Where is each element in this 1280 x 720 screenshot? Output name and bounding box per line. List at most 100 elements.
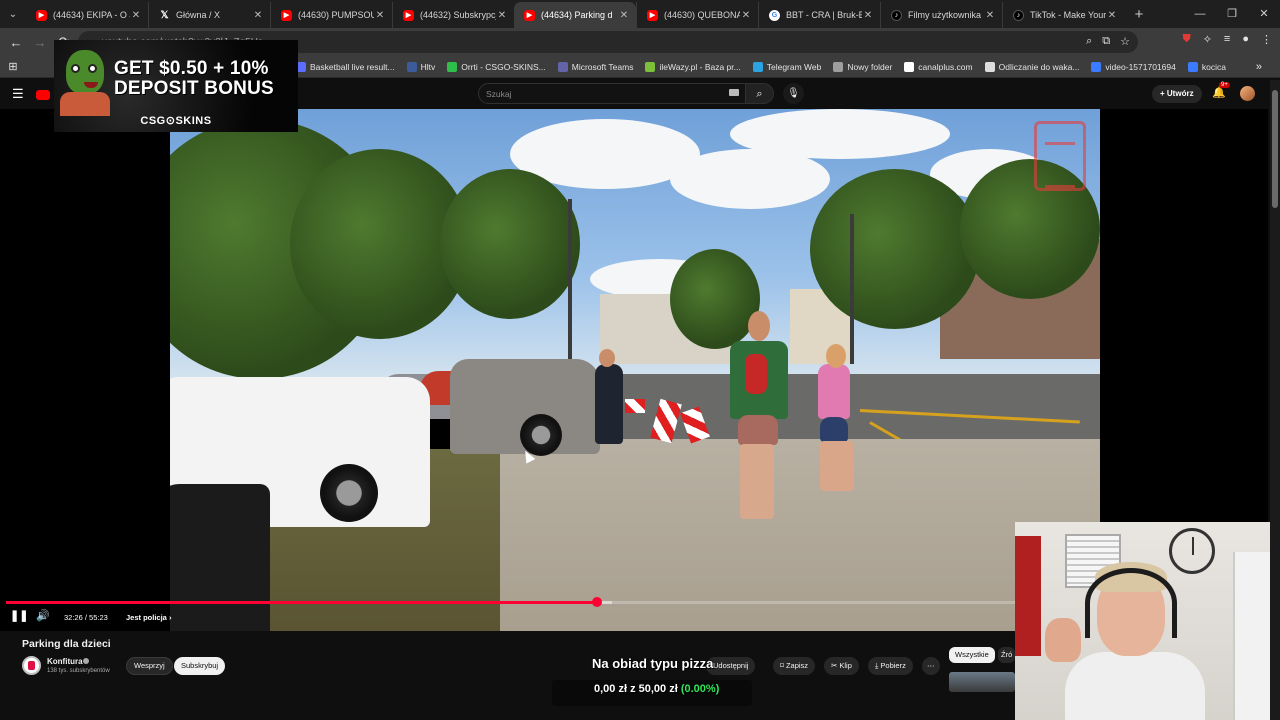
- bookmark-label: ileWazy.pl - Baza pr...: [659, 61, 741, 72]
- close-tab-icon[interactable]: ✕: [496, 10, 508, 21]
- progress-bar[interactable]: [6, 597, 1016, 607]
- bookmark-favicon-icon: [406, 61, 417, 72]
- join-button[interactable]: Wesprzyj: [126, 657, 173, 675]
- chip-source[interactable]: Źró: [998, 647, 1015, 663]
- ad-brand-logo: CSG⊙SKINS: [140, 115, 212, 127]
- bookmark-favicon-icon: [645, 61, 656, 72]
- tiktok-icon: ♪: [891, 9, 902, 21]
- close-window-icon[interactable]: ✕: [1248, 4, 1280, 24]
- subscribe-button[interactable]: Subskrybuj: [174, 657, 226, 675]
- clip-button[interactable]: ✂ Klip: [824, 657, 859, 675]
- bookmark-item[interactable]: Odliczanie do waka...: [984, 61, 1079, 72]
- search-icon[interactable]: ⌕: [746, 83, 774, 104]
- browser-tab[interactable]: ▶ (44630) QUEBONAFI✕: [636, 2, 758, 28]
- create-button[interactable]: + Utwórz: [1152, 85, 1202, 103]
- browser-tab[interactable]: ▶ (44634) EKIPA - O JA✕: [26, 2, 148, 28]
- close-tab-icon[interactable]: ✕: [1106, 10, 1118, 21]
- chapter-label: Jest policja: [126, 613, 167, 622]
- close-tab-icon[interactable]: ✕: [862, 10, 874, 21]
- youtube-logo[interactable]: [36, 90, 50, 100]
- x-icon: 𝕏: [160, 9, 169, 21]
- channel-avatar[interactable]: [22, 656, 41, 675]
- google-icon: G: [769, 9, 780, 21]
- recommended-thumbnail[interactable]: [949, 672, 1015, 692]
- bookmark-item[interactable]: canalplus.com: [904, 61, 973, 72]
- new-tab-button[interactable]: +: [1128, 6, 1150, 23]
- browser-tab[interactable]: 𝕏 Główna / X ✕: [148, 2, 270, 28]
- wall-clock: [1169, 528, 1215, 574]
- browser-tab[interactable]: ♪ TikTok - Make Your D✕: [1002, 2, 1124, 28]
- donation-amount-text: 0,00 zł z 50,00 zł: [594, 683, 678, 695]
- browser-tab[interactable]: ▶ (44634) Parking d ✕: [514, 2, 636, 28]
- browser-tab[interactable]: ▶ (44630) PUMPSOUND✕: [270, 2, 392, 28]
- install-icon[interactable]: ⧉: [1102, 35, 1110, 48]
- close-tab-icon[interactable]: ✕: [252, 10, 264, 21]
- share-button[interactable]: Udostępnij: [706, 657, 756, 675]
- tab-title: (44630) QUEBONAFI: [664, 10, 740, 20]
- donation-percent: (0.00%): [680, 683, 720, 695]
- browser-tab[interactable]: G BBT - CRA | Bruk-Bet✕: [758, 2, 880, 28]
- browser-menu-icon[interactable]: ⋮: [1261, 33, 1272, 46]
- volume-icon[interactable]: 🔊: [36, 609, 50, 622]
- download-button[interactable]: ⤓ Pobierz: [868, 657, 913, 675]
- media-control-icon[interactable]: ≡: [1224, 33, 1230, 46]
- bookmark-item[interactable]: Orrti - CSGO-SKINS...: [447, 61, 546, 72]
- close-tab-icon[interactable]: ✕: [984, 10, 996, 21]
- youtube-icon: ▶: [403, 9, 414, 21]
- save-button[interactable]: ⌑ Zapisz: [773, 657, 816, 675]
- bookmark-label: Hltv: [420, 61, 436, 72]
- more-actions-icon[interactable]: ⋯: [922, 657, 940, 675]
- tab-title: TikTok - Make Your D: [1030, 10, 1106, 20]
- keyboard-icon[interactable]: [729, 89, 739, 96]
- channel-watermark[interactable]: [1034, 121, 1086, 191]
- bookmark-item[interactable]: Nowy folder: [833, 61, 892, 72]
- bookmark-item[interactable]: kocica: [1187, 61, 1226, 72]
- back-icon[interactable]: ←: [4, 35, 28, 50]
- apps-grid-icon[interactable]: ⊞: [0, 60, 26, 73]
- bookmark-favicon-icon: [904, 61, 915, 72]
- scrollbar-thumb[interactable]: [1272, 90, 1278, 208]
- account-avatar[interactable]: [1240, 86, 1255, 101]
- channel-name[interactable]: Konfitura: [47, 657, 83, 666]
- bookmark-favicon-icon: [447, 61, 458, 72]
- close-tab-icon[interactable]: ✕: [618, 10, 630, 21]
- download-icon: ⤓: [875, 661, 879, 670]
- youtube-icon: ▶: [281, 9, 292, 21]
- microphone-icon[interactable]: 🎙: [783, 83, 804, 104]
- chip-all[interactable]: Wszystkie: [949, 647, 995, 663]
- search-input[interactable]: Szukaj: [478, 83, 746, 104]
- scissors-icon: ✂: [831, 661, 838, 670]
- page-scrollbar[interactable]: [1270, 80, 1280, 720]
- extension-shield-icon[interactable]: ⛊: [1182, 33, 1190, 46]
- bookmark-item[interactable]: Microsoft Teams: [557, 61, 633, 72]
- bookmark-item[interactable]: Telegram Web: [752, 61, 821, 72]
- tab-title: Główna / X: [176, 10, 221, 20]
- zoom-icon[interactable]: ⌕: [1086, 35, 1092, 48]
- chapter-button[interactable]: Jest policja ›: [126, 613, 171, 622]
- minimize-icon[interactable]: —: [1184, 4, 1216, 24]
- tab-search-icon[interactable]: ⌄: [0, 3, 26, 25]
- browser-tab[interactable]: ♪ Filmy użytkownika Ka✕: [880, 2, 1002, 28]
- restore-icon[interactable]: ❐: [1216, 4, 1248, 24]
- extensions-icon[interactable]: ✧: [1203, 33, 1212, 46]
- bookmark-star-icon[interactable]: ☆: [1120, 35, 1130, 48]
- notifications-badge: 9+: [1219, 82, 1230, 88]
- profile-icon[interactable]: ●: [1242, 33, 1249, 46]
- pause-icon[interactable]: ❚❚: [10, 609, 28, 622]
- close-tab-icon[interactable]: ✕: [374, 10, 386, 21]
- browser-tab[interactable]: ▶ (44632) Subskrypcje ✕: [392, 2, 514, 28]
- bookmark-item[interactable]: Hltv: [406, 61, 436, 72]
- tab-title: Filmy użytkownika Ka: [908, 10, 984, 20]
- close-tab-icon[interactable]: ✕: [130, 10, 142, 21]
- video-frame: [170, 109, 1100, 631]
- ad-subheadline: DEPOSIT BONUS: [114, 78, 274, 99]
- menu-icon[interactable]: ☰: [12, 86, 24, 102]
- forward-icon[interactable]: →: [28, 35, 52, 50]
- bookmarks-overflow-icon[interactable]: »: [1256, 61, 1262, 73]
- bookmark-item[interactable]: ileWazy.pl - Baza pr...: [645, 61, 741, 72]
- ad-banner[interactable]: GET $0.50 + 10% DEPOSIT BONUS CSG⊙SKINS: [54, 40, 298, 132]
- bookmark-item[interactable]: video-1571701694: [1091, 61, 1176, 72]
- close-tab-icon[interactable]: ✕: [740, 10, 752, 21]
- time-display: 32:26 / 55:23: [64, 613, 108, 622]
- bookmark-item[interactable]: Basketball live result...: [296, 61, 395, 72]
